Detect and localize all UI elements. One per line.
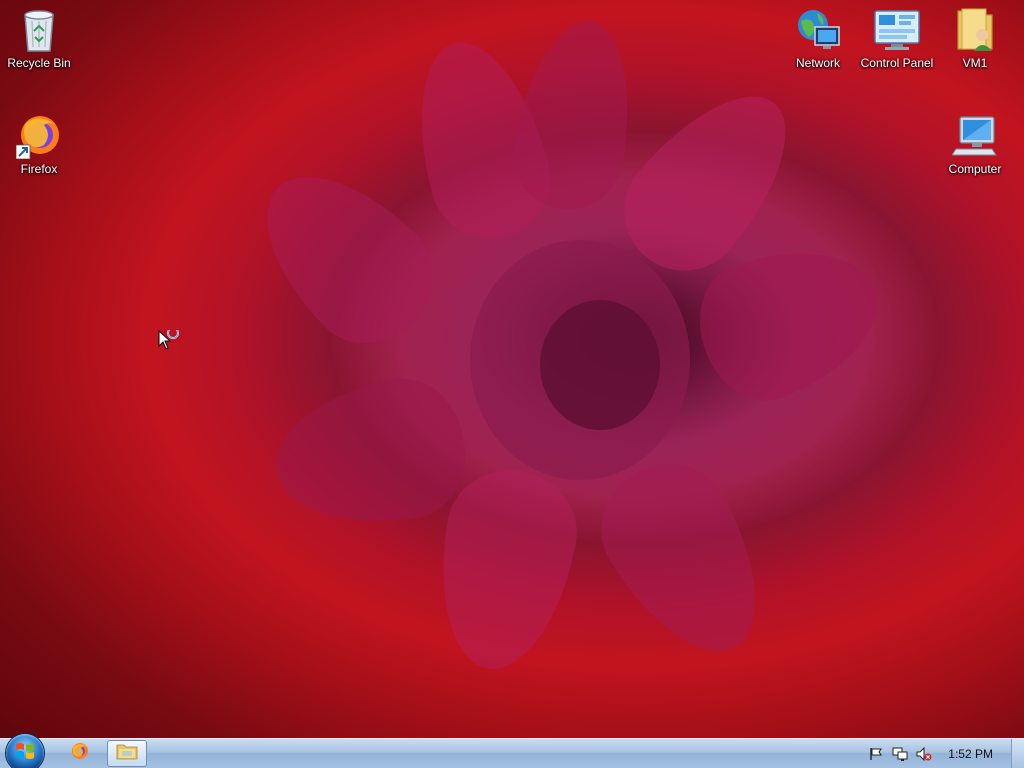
desktop[interactable]: Recycle Bin Firefox Network Control Pane… [0,0,1024,768]
taskbar-file-explorer-button[interactable] [107,740,147,767]
start-button[interactable] [6,734,44,768]
user-folder-icon [951,6,999,54]
desktop-icon-label: Recycle Bin [7,56,71,70]
desktop-icon-label: Computer [948,162,1002,176]
desktop-icon-computer[interactable]: Computer [937,112,1013,176]
mouse-cursor-busy-icon [158,327,182,359]
action-center-flag-icon[interactable] [868,746,884,762]
network-icon [794,6,842,54]
desktop-icon-control-panel[interactable]: Control Panel [859,6,935,70]
recycle-bin-icon [15,6,63,54]
file-explorer-icon [116,742,138,765]
system-tray: 1:52 PM [864,739,1024,768]
firefox-icon [70,741,90,766]
desktop-icon-label: Network [795,56,840,70]
computer-icon [951,112,999,160]
network-status-icon[interactable] [892,746,908,762]
desktop-icon-vm1[interactable]: VM1 [937,6,1013,70]
desktop-icon-firefox[interactable]: Firefox [1,112,77,176]
firefox-icon [15,112,63,160]
taskbar: 1:52 PM [0,734,1024,768]
control-panel-icon [873,6,921,54]
desktop-icon-network[interactable]: Network [780,6,856,70]
desktop-icon-label: Firefox [20,162,58,176]
wallpaper-petal [578,440,792,680]
taskbar-clock[interactable]: 1:52 PM [948,747,993,761]
show-desktop-button[interactable] [1011,739,1024,768]
desktop-icon-label: VM1 [962,56,988,70]
desktop-icon-label: Control Panel [860,56,934,70]
volume-muted-icon[interactable] [916,746,932,762]
wallpaper-petal [540,300,660,430]
wallpaper-petal [231,141,459,369]
taskbar-firefox-button[interactable] [60,740,100,767]
wallpaper-petal [504,11,646,219]
desktop-icon-recycle-bin[interactable]: Recycle Bin [1,6,77,70]
wallpaper-petal [264,369,476,541]
windows-logo-icon [15,741,35,766]
